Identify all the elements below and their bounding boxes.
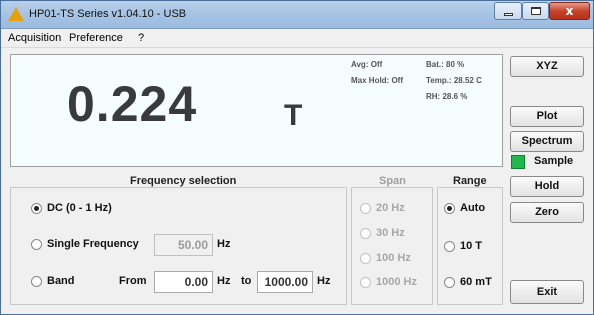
avg-status: Avg: Off xyxy=(351,60,383,69)
title-bar[interactable]: HP01-TS Series v1.04.10 - USB x xyxy=(1,1,593,29)
menu-bar: Acquisition Preference ? xyxy=(1,29,593,48)
band-from-input[interactable]: 0.00 xyxy=(154,271,213,293)
single-frequency-label[interactable]: Single Frequency xyxy=(47,238,139,250)
band-to-input[interactable]: 1000.00 xyxy=(257,271,313,293)
span-30hz-label[interactable]: 30 Hz xyxy=(376,227,405,239)
close-icon: x xyxy=(565,4,574,18)
band-to-label: to xyxy=(241,275,252,287)
span-1000hz-radio[interactable] xyxy=(360,277,371,288)
span-20hz-label[interactable]: 20 Hz xyxy=(376,202,405,214)
frequency-header: Frequency selection xyxy=(130,175,237,187)
span-20hz-radio[interactable] xyxy=(360,203,371,214)
sample-indicator xyxy=(511,155,525,169)
single-frequency-input[interactable]: 50.00 xyxy=(154,234,213,256)
range-10t-label[interactable]: 10 T xyxy=(460,240,482,252)
field-unit: T xyxy=(284,99,303,132)
single-frequency-unit: Hz xyxy=(217,238,231,250)
span-header: Span xyxy=(379,175,406,187)
field-reading: 0.224 xyxy=(67,76,198,132)
menu-acquisition[interactable]: Acquisition xyxy=(8,32,61,44)
menu-help[interactable]: ? xyxy=(138,32,144,44)
band-to-unit: Hz xyxy=(317,275,331,287)
measurement-display: 0.224 T Avg: Off Max Hold: Off Bat.: 80 … xyxy=(10,54,503,167)
humidity-status: RH: 28.6 % xyxy=(426,92,468,101)
maximize-icon xyxy=(531,7,541,15)
span-30hz-radio[interactable] xyxy=(360,228,371,239)
range-auto-radio[interactable] xyxy=(444,203,455,214)
exit-button[interactable]: Exit xyxy=(510,280,584,304)
range-header: Range xyxy=(453,175,487,187)
sample-label: Sample xyxy=(534,155,574,167)
band-from-label: From xyxy=(119,275,147,287)
minimize-icon xyxy=(504,13,513,16)
band-from-unit: Hz xyxy=(217,275,231,287)
minimize-button[interactable] xyxy=(494,2,522,20)
range-10t-radio[interactable] xyxy=(444,241,455,252)
warning-triangle-icon xyxy=(8,7,24,21)
range-60mt-radio[interactable] xyxy=(444,277,455,288)
plot-button[interactable]: Plot xyxy=(510,106,584,127)
spectrum-button[interactable]: Spectrum xyxy=(510,131,584,152)
band-label[interactable]: Band xyxy=(47,275,75,287)
max-hold-status: Max Hold: Off xyxy=(351,76,403,85)
span-100hz-radio[interactable] xyxy=(360,253,371,264)
app-window: HP01-TS Series v1.04.10 - USB x Acquisit… xyxy=(0,0,594,315)
battery-status: Bat.: 80 % xyxy=(426,60,465,69)
dc-radio[interactable] xyxy=(31,203,42,214)
hold-button[interactable]: Hold xyxy=(510,176,584,197)
zero-button[interactable]: Zero xyxy=(510,202,584,223)
band-radio[interactable] xyxy=(31,276,42,287)
maximize-button[interactable] xyxy=(522,2,549,20)
xyz-button[interactable]: XYZ xyxy=(510,56,584,77)
single-frequency-radio[interactable] xyxy=(31,239,42,250)
range-auto-label[interactable]: Auto xyxy=(460,202,485,214)
menu-preference[interactable]: Preference xyxy=(69,32,123,44)
dc-label[interactable]: DC (0 - 1 Hz) xyxy=(47,202,112,214)
close-button[interactable]: x xyxy=(549,2,590,20)
span-1000hz-label[interactable]: 1000 Hz xyxy=(376,276,417,288)
range-60mt-label[interactable]: 60 mT xyxy=(460,276,492,288)
window-title: HP01-TS Series v1.04.10 - USB xyxy=(29,8,187,20)
span-100hz-label[interactable]: 100 Hz xyxy=(376,252,411,264)
temperature-status: Temp.: 28.52 C xyxy=(426,76,482,85)
